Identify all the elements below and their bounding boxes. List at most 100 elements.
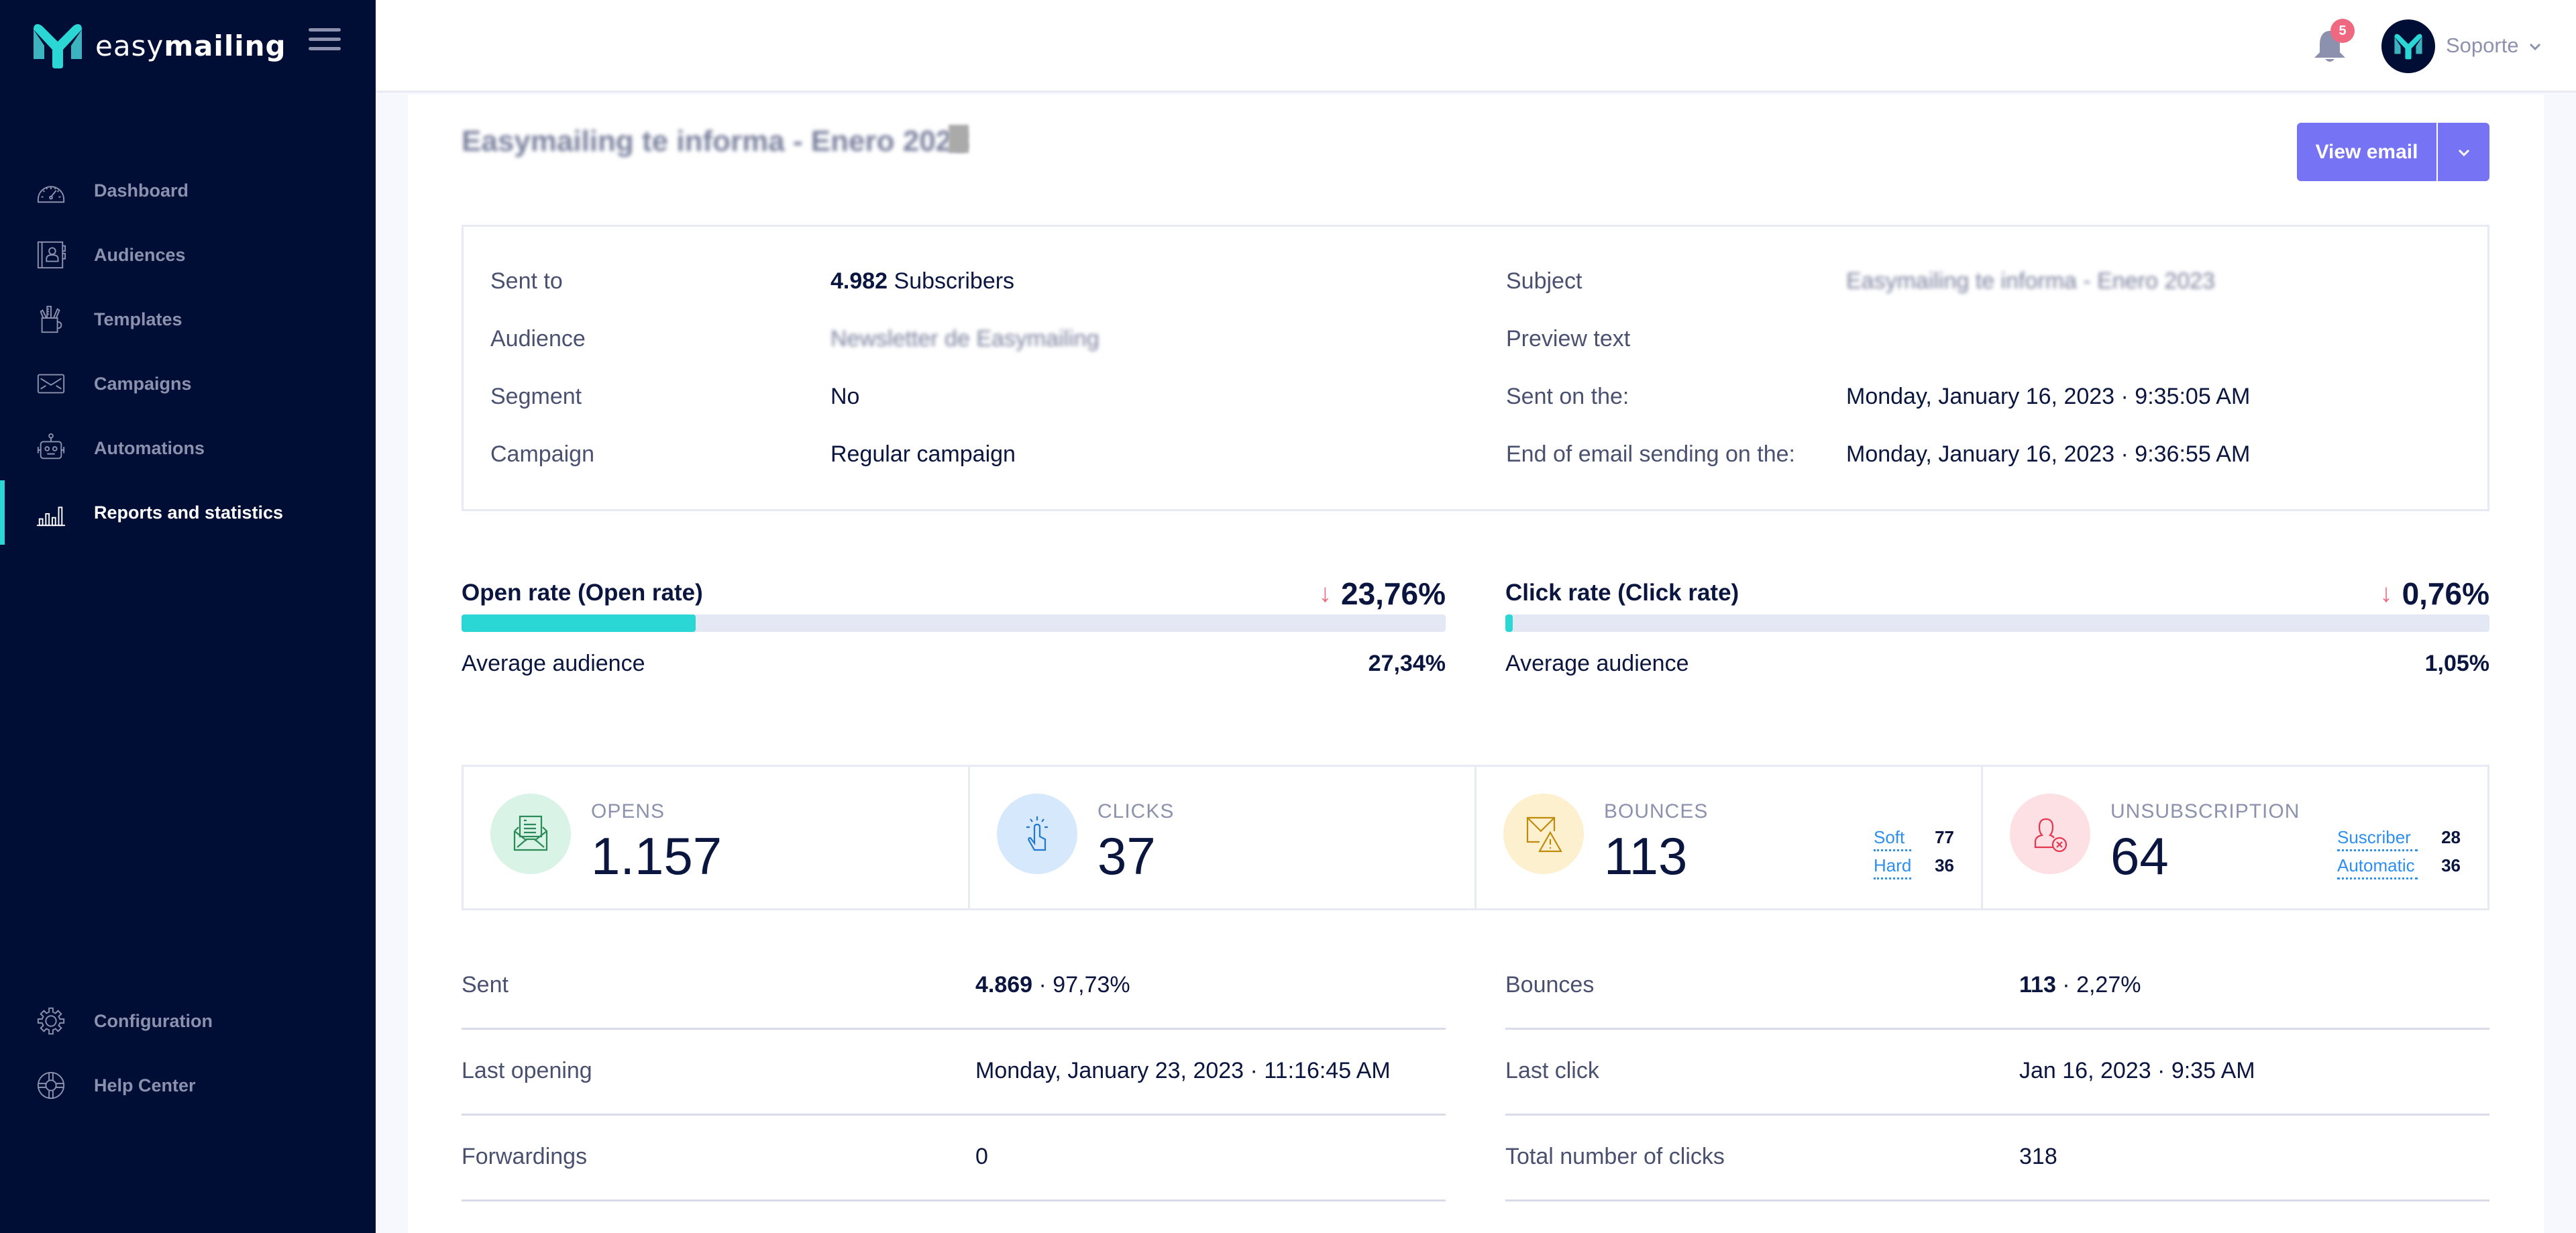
lifebuoy-icon — [35, 1069, 67, 1102]
stats-row: OPENS 1.157 CLICKS 37 BOUNCES 113 Soft 77… — [462, 765, 2489, 910]
rate-value: ↓ 23,76% — [1318, 576, 1446, 611]
chevron-down-icon[interactable] — [2528, 39, 2542, 54]
info-key: Sent on the: — [1506, 384, 1629, 409]
hard-bounces-value: 36 — [1935, 855, 1954, 875]
rate-value: ↓ 0,76% — [2379, 576, 2489, 611]
sidebar-item-help-center[interactable]: Help Center — [0, 1053, 376, 1118]
progress-fill — [462, 614, 696, 632]
gauge-icon — [35, 174, 67, 207]
soft-bounces-value: 77 — [1935, 827, 1954, 847]
stat-label: CLICKS — [1097, 800, 1175, 822]
sidebar: easymailing Dashboard Audiences Template… — [0, 0, 376, 1233]
view-email-dropdown-button[interactable] — [2438, 123, 2489, 181]
hamburger-line — [309, 28, 341, 32]
logo-text: easymailing — [95, 29, 286, 62]
info-key: Segment — [490, 384, 582, 409]
sidebar-item-label: Automations — [94, 437, 205, 458]
stat-label: UNSUBSCRIPTION — [2110, 800, 2300, 822]
stat-icon-circle — [2010, 794, 2090, 874]
pointer-click-icon — [1026, 816, 1048, 851]
detail-value: 318 — [2019, 1144, 2057, 1169]
detail-row-forwardings: Forwardings 0 — [462, 1116, 1446, 1201]
detail-value: 113 · 2,27% — [2019, 972, 2141, 998]
hard-bounces: Hard 36 — [1874, 855, 1954, 879]
subscriber-unsub-value: 28 — [2441, 827, 2461, 847]
sidebar-item-label: Reports and statistics — [94, 502, 284, 523]
campaign-info-box: Sent to 4.982 Subscribers Audience Newsl… — [462, 225, 2489, 511]
subscriber-unsub-link[interactable]: Suscriber — [2337, 827, 2418, 851]
user-name[interactable]: Soporte — [2446, 34, 2519, 58]
envelope-icon — [35, 368, 67, 400]
detail-value: Jan 16, 2023 · 9:35 AM — [2019, 1058, 2255, 1083]
detail-key: Bounces — [1505, 972, 1595, 998]
sidebar-item-campaigns[interactable]: Campaigns — [0, 352, 376, 416]
soft-bounces-link[interactable]: Soft — [1874, 827, 1911, 851]
view-email-button[interactable]: View email — [2297, 123, 2436, 181]
envelope-warning-icon — [1526, 816, 1562, 853]
info-key: Sent to — [490, 268, 563, 294]
open-envelope-icon — [513, 815, 548, 851]
sidebar-item-configuration[interactable]: Configuration — [0, 989, 376, 1053]
notification-count-badge: 5 — [2330, 19, 2355, 43]
detail-row-total-clicks: Total number of clicks 318 — [1505, 1116, 2489, 1201]
sidebar-item-dashboard[interactable]: Dashboard — [0, 158, 376, 223]
info-value: Monday, January 16, 2023 · 9:35:05 AM — [1846, 384, 2251, 409]
detail-row-bounces: Bounces 113 · 2,27% — [1505, 944, 2489, 1030]
arrow-down-icon: ↓ — [1318, 579, 1332, 608]
detail-key: Last opening — [462, 1058, 592, 1083]
info-key: Campaign — [490, 441, 594, 467]
detail-row-last-click: Last click Jan 16, 2023 · 9:35 AM — [1505, 1030, 2489, 1116]
automatic-unsub-link[interactable]: Automatic — [2337, 855, 2418, 879]
info-value: Newsletter de Easymailing — [830, 326, 1099, 352]
arrow-down-icon: ↓ — [2379, 579, 2393, 608]
menu-toggle-button[interactable] — [309, 28, 341, 55]
info-key: End of email sending on the: — [1506, 441, 1795, 467]
detail-value: Monday, January 23, 2023 · 11:16:45 AM — [975, 1058, 1391, 1083]
stat-card-unsubscription[interactable]: UNSUBSCRIPTION 64 Suscriber 28 Automatic 3… — [1983, 767, 2487, 908]
pencil-cup-icon — [35, 303, 67, 335]
hamburger-line — [309, 47, 341, 50]
bar-chart-icon — [35, 496, 67, 529]
logo[interactable]: easymailing — [30, 21, 286, 70]
sidebar-item-label: Help Center — [94, 1075, 196, 1095]
progress-track — [462, 614, 1446, 632]
detail-value: 0 — [975, 1144, 988, 1169]
sidebar-item-reports-and-statistics[interactable]: Reports and statistics — [0, 480, 376, 545]
sidebar-item-templates[interactable]: Templates — [0, 287, 376, 352]
detail-key: Last click — [1505, 1058, 1599, 1083]
info-key: Preview text — [1506, 326, 1631, 352]
info-value: Easymailing te informa - Enero 2023 — [1846, 268, 2215, 294]
detail-key: Total number of clicks — [1505, 1144, 1725, 1169]
top-header — [376, 0, 2576, 93]
info-key: Subject — [1506, 268, 1582, 294]
sidebar-item-label: Configuration — [94, 1010, 213, 1031]
info-key: Audience — [490, 326, 586, 352]
average-value: 1,05% — [2424, 651, 2489, 676]
user-avatar[interactable] — [2381, 19, 2435, 73]
progress-track — [1505, 614, 2489, 632]
stat-label: OPENS — [591, 800, 665, 822]
subscriber-unsubscriptions: Suscriber 28 — [2337, 827, 2461, 851]
stat-value: 113 — [1604, 826, 1688, 886]
detail-row-sent: Sent 4.869 · 97,73% — [462, 944, 1446, 1030]
average-label: Average audience — [1505, 651, 1689, 676]
robot-icon — [35, 432, 67, 464]
sidebar-item-automations[interactable]: Automations — [0, 416, 376, 480]
hard-bounces-link[interactable]: Hard — [1874, 855, 1911, 879]
detail-key: Forwardings — [462, 1144, 588, 1169]
stat-value: 1.157 — [591, 826, 722, 886]
detail-key: Sent — [462, 972, 508, 998]
sidebar-bottom-nav: Configuration Help Center — [0, 989, 376, 1118]
automatic-unsubscriptions: Automatic 36 — [2337, 855, 2461, 879]
stat-icon-circle — [490, 794, 571, 874]
stat-card-opens[interactable]: OPENS 1.157 — [464, 767, 970, 908]
automatic-unsub-value: 36 — [2441, 855, 2461, 875]
hamburger-line — [309, 38, 341, 41]
stat-card-bounces[interactable]: BOUNCES 113 Soft 77 Hard 36 — [1477, 767, 1983, 908]
soft-bounces: Soft 77 — [1874, 827, 1954, 851]
stat-card-clicks[interactable]: CLICKS 37 — [970, 767, 1477, 908]
sidebar-item-audiences[interactable]: Audiences — [0, 223, 376, 287]
info-value: Regular campaign — [830, 441, 1016, 467]
user-remove-icon — [2034, 818, 2068, 853]
sidebar-nav: Dashboard Audiences Templates Campaigns … — [0, 158, 376, 545]
